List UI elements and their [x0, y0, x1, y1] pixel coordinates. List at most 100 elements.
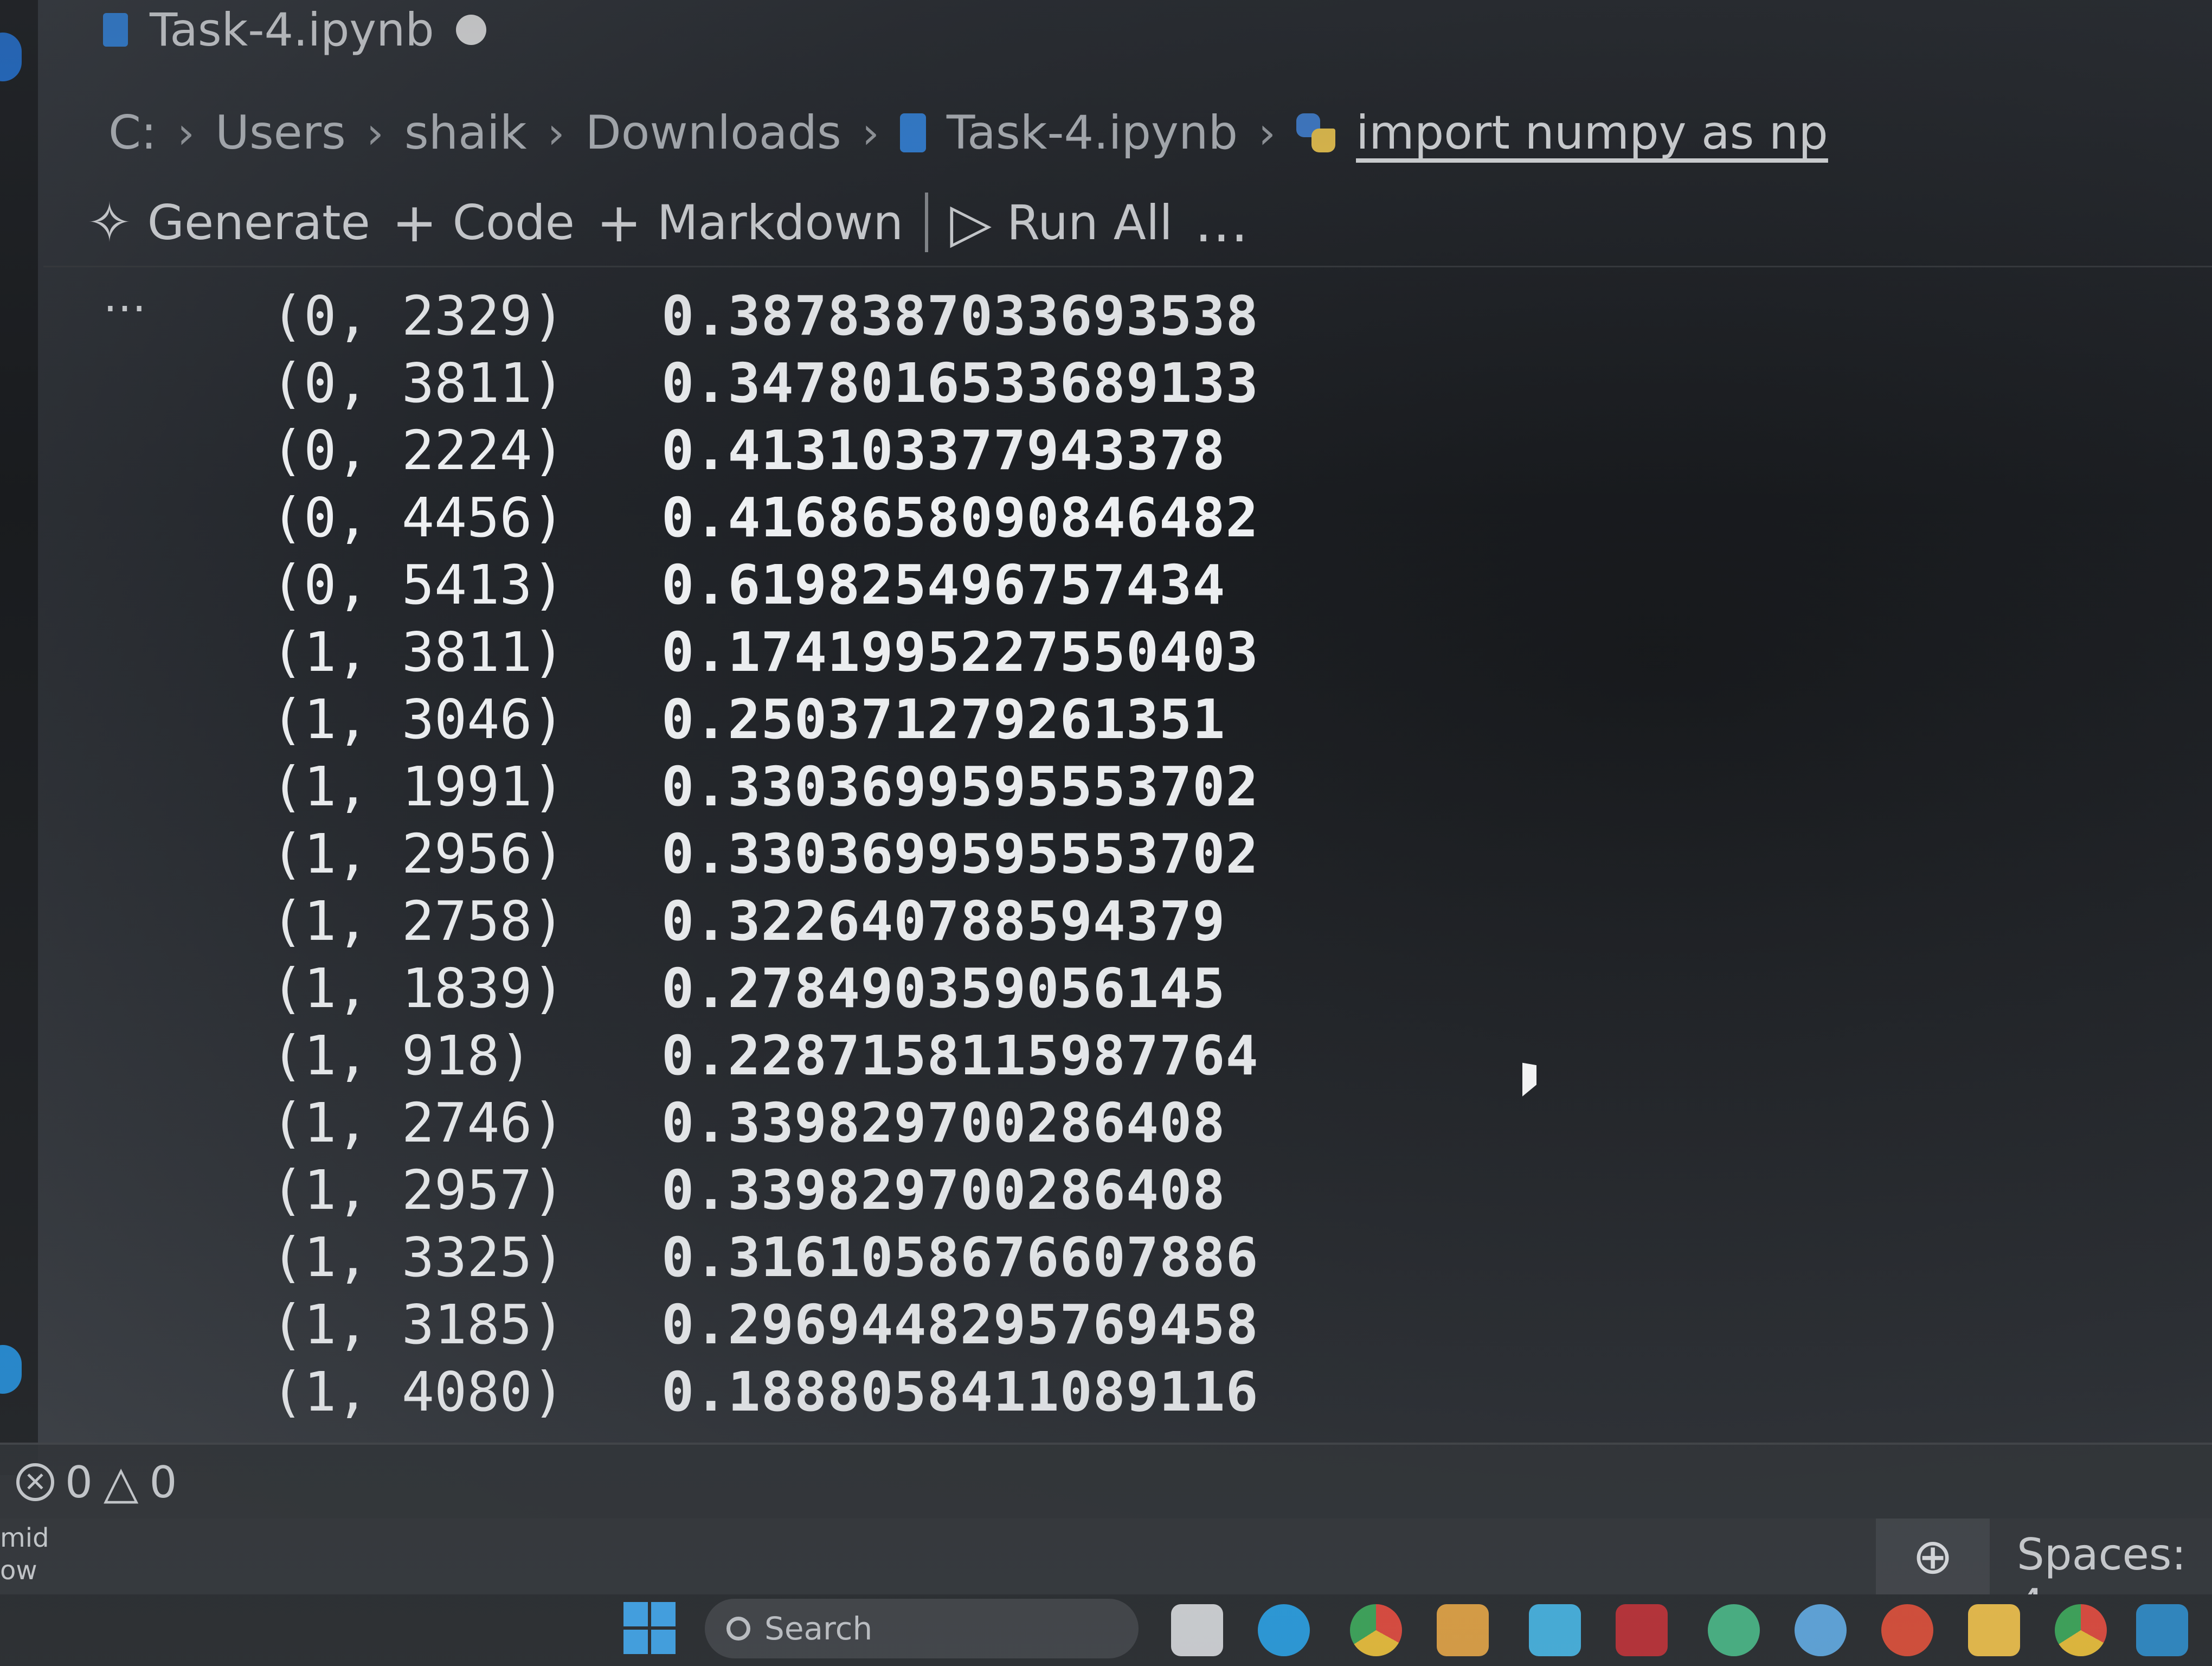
output-key: (0, 2224) — [271, 418, 565, 482]
chevron-right-icon: › — [1258, 107, 1276, 158]
output-row: (0, 3811) 0.3478016533689133 — [271, 349, 1410, 416]
error-icon: ✕ — [16, 1463, 54, 1501]
chart-app-icon[interactable] — [1529, 1604, 1581, 1656]
screen: Task-4.ipynb C: › Users › shaik › Downlo… — [0, 0, 2212, 1666]
generate-button[interactable]: ✧ Generate — [87, 191, 370, 254]
chrome-icon[interactable] — [1350, 1604, 1402, 1656]
output-row: (1, 3185) 0.2969448295769458 — [271, 1291, 1410, 1358]
taskbar: Search — [0, 1594, 2212, 1666]
output-value: 0.3303699595553702 — [661, 754, 1259, 818]
warning-icon: △ — [103, 1456, 139, 1509]
problems-indicator[interactable]: ✕ 0 △ 0 — [16, 1456, 177, 1509]
output-key: (1, 3046) — [271, 687, 565, 751]
output-value: 0.2287158115987764 — [661, 1023, 1259, 1087]
chrome-alt-icon[interactable] — [2055, 1604, 2107, 1656]
store-icon[interactable] — [1437, 1604, 1489, 1656]
breadcrumb-item-users[interactable]: Users — [215, 106, 346, 160]
run-all-button[interactable]: ▷ Run All — [950, 191, 1173, 254]
output-row: (1, 2956) 0.3303699595553702 — [271, 820, 1410, 887]
sparkle-icon: ✧ — [87, 190, 132, 254]
output-value: 0.1741995227550403 — [661, 620, 1259, 684]
accounts-badge[interactable] — [0, 33, 22, 81]
zoom-button[interactable]: ⊕ — [1876, 1518, 1990, 1594]
breadcrumb: C: › Users › shaik › Downloads › Task-4.… — [108, 95, 1828, 171]
unsaved-dot-icon[interactable] — [455, 15, 486, 45]
output-key: (1, 2957) — [271, 1158, 565, 1222]
output-row: (0, 2329) 0.3878387033693538 — [271, 282, 1410, 349]
output-row: (1, 2758) 0.322640788594379 — [271, 887, 1410, 954]
search-placeholder: Search — [764, 1610, 873, 1647]
generate-label: Generate — [147, 194, 370, 251]
output-key: (1, 2746) — [271, 1091, 565, 1155]
toolbar-divider-line — [43, 266, 2212, 267]
windows-logo-tile — [651, 1630, 676, 1654]
output-key: (1, 4080) — [271, 1360, 565, 1424]
output-key: (1, 1839) — [271, 956, 565, 1020]
vscode-icon[interactable] — [2136, 1604, 2188, 1656]
weather-widget[interactable]: mid ow — [0, 1522, 49, 1587]
taskbar-search[interactable]: Search — [705, 1599, 1139, 1658]
output-value: 0.3878387033693538 — [661, 284, 1259, 348]
output-value: 0.1888058411089116 — [661, 1360, 1259, 1424]
task-view-icon[interactable] — [1171, 1604, 1223, 1656]
output-value: 0.322640788594379 — [661, 889, 1226, 953]
plus-icon: + — [596, 190, 642, 254]
editor-tab[interactable]: Task-4.ipynb — [103, 0, 486, 60]
add-markdown-button[interactable]: + Markdown — [596, 191, 903, 254]
windows-logo-tile — [623, 1630, 648, 1654]
search-icon — [726, 1617, 750, 1641]
status-bar: ✕ 0 △ 0 — [0, 1443, 2212, 1521]
manage-badge[interactable] — [0, 1345, 22, 1394]
output-key: (0, 4456) — [271, 485, 565, 549]
windows-logo-tile — [651, 1602, 676, 1626]
plus-icon: + — [391, 190, 438, 254]
output-more-icon[interactable]: … — [103, 271, 150, 322]
output-value: 0.4168658090846482 — [661, 485, 1259, 549]
widget-line-1: mid — [0, 1523, 49, 1553]
chevron-right-icon: › — [861, 107, 879, 158]
edge-icon[interactable] — [1258, 1604, 1310, 1656]
mcafee-icon[interactable] — [1616, 1604, 1668, 1656]
output-key: (1, 1991) — [271, 754, 565, 818]
more-actions-icon[interactable]: … — [1194, 191, 1252, 254]
output-key: (0, 5413) — [271, 553, 565, 617]
add-code-button[interactable]: + Code — [392, 191, 575, 254]
markdown-label: Markdown — [657, 194, 904, 251]
output-key: (1, 2758) — [271, 889, 565, 953]
output-value: 0.413103377943378 — [661, 418, 1226, 482]
output-row: (1, 1991) 0.3303699595553702 — [271, 753, 1410, 820]
error-count: 0 — [65, 1457, 93, 1508]
breadcrumb-item-shaik[interactable]: shaik — [404, 106, 527, 160]
output-row: (1, 1839) 0.278490359056145 — [271, 954, 1410, 1022]
chevron-right-icon: › — [547, 107, 565, 158]
output-value: 0.3161058676607886 — [661, 1225, 1259, 1289]
output-value: 0.3478016533689133 — [661, 351, 1259, 415]
breadcrumb-item-drive[interactable]: C: — [108, 106, 157, 160]
output-value: 0.250371279261351 — [661, 687, 1226, 751]
output-key: (1, 2956) — [271, 822, 565, 886]
wps-icon[interactable] — [1881, 1604, 1933, 1656]
output-row: (1, 2957) 0.339829700286408 — [271, 1156, 1410, 1223]
output-value: 0.619825496757434 — [661, 553, 1226, 617]
cell-output: (0, 2329) 0.3878387033693538 (0, 3811) 0.34… — [271, 282, 1410, 1425]
output-key: (1, 3811) — [271, 620, 565, 684]
zoom-in-icon: ⊕ — [1912, 1528, 1953, 1585]
output-row: (1, 3811) 0.1741995227550403 — [271, 618, 1410, 685]
breadcrumb-item-file[interactable]: Task-4.ipynb — [947, 106, 1238, 160]
help-icon[interactable] — [1708, 1604, 1760, 1656]
windows-logo-tile — [623, 1602, 648, 1626]
output-key: (1, 3325) — [271, 1225, 565, 1289]
notebook-toolbar: ✧ Generate + Code + Markdown ▷ Run All … — [87, 182, 1252, 263]
output-key: (1, 918) — [271, 1023, 532, 1087]
breadcrumb-symbol[interactable]: import numpy as np — [1356, 106, 1828, 160]
telegram-icon[interactable] — [1795, 1604, 1847, 1656]
chevron-right-icon: › — [177, 107, 195, 158]
output-row: (1, 2746) 0.339829700286408 — [271, 1089, 1410, 1156]
breadcrumb-item-downloads[interactable]: Downloads — [586, 106, 841, 160]
output-value: 0.3303699595553702 — [661, 822, 1259, 886]
output-row: (1, 4080) 0.1888058411089116 — [271, 1358, 1410, 1425]
output-row: (1, 3325) 0.3161058676607886 — [271, 1223, 1410, 1291]
file-explorer-icon[interactable] — [1968, 1604, 2020, 1656]
notebook-icon — [899, 113, 926, 152]
windows-start-button[interactable] — [623, 1602, 676, 1654]
